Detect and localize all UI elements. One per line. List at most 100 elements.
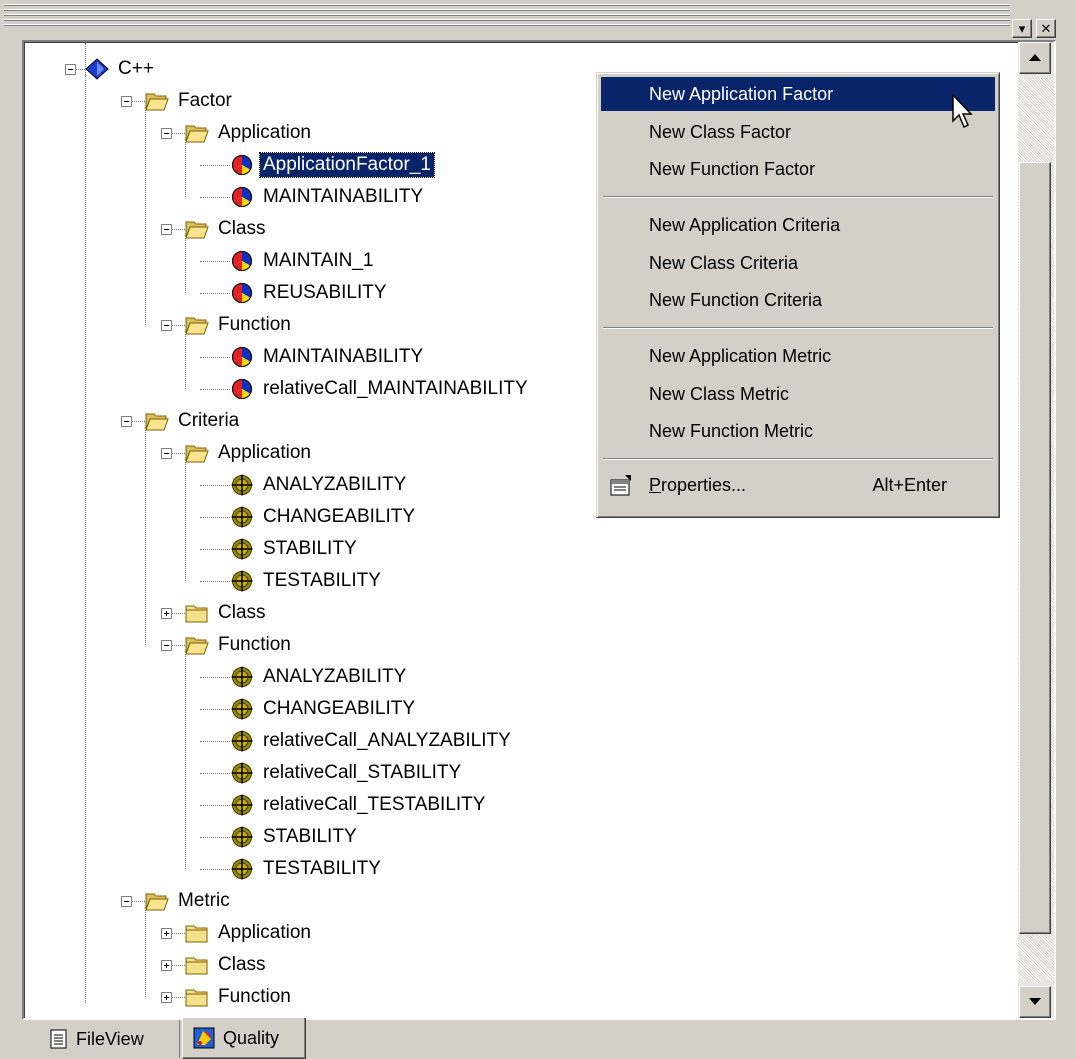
expand-icon[interactable] [161,960,172,971]
tree-node-factor-class[interactable]: Class [185,214,269,244]
collapse-icon[interactable] [161,320,172,331]
tree-node-metric-application-label: Application [218,922,311,943]
close-button[interactable]: ✕ [1036,19,1056,38]
menu-item-new-function-metric[interactable]: New Function Metric [601,414,995,448]
scroll-up-button[interactable] [1019,42,1051,74]
tree-node-metric-function[interactable]: Function [185,982,294,1012]
folder-closed-icon [185,925,208,943]
collapse-icon[interactable] [121,896,132,907]
folder-open-icon [145,93,169,111]
factor-item-label: MAINTAINABILITY [263,186,424,207]
tab-quality[interactable]: Quality [182,1018,306,1059]
tree-connector [200,357,230,358]
menu-item-new-application-factor[interactable]: New Application Factor [601,77,995,111]
criteria-item[interactable]: STABILITY [230,822,360,852]
tree-connector [171,997,185,998]
factor-item-label: MAINTAINABILITY [263,346,424,367]
menu-item-new-application-criteria[interactable]: New Application Criteria [601,208,995,242]
tree-node-cpp[interactable]: C++ [85,54,157,84]
tree-connector [200,869,230,870]
criteria-item[interactable]: relativeCall_STABILITY [230,758,464,788]
criteria-icon [231,730,253,752]
criteria-item-label: STABILITY [263,826,357,847]
factor-item[interactable]: REUSABILITY [230,278,390,308]
criteria-item[interactable]: ANALYZABILITY [230,662,409,692]
collapse-icon[interactable] [161,448,172,459]
criteria-icon [231,794,253,816]
criteria-item[interactable]: ANALYZABILITY [230,470,409,500]
menu-item-new-class-criteria[interactable]: New Class Criteria [601,246,995,280]
context-menu: New Application Factor New Class Factor Ne… [596,72,1000,518]
tree-node-criteria[interactable]: Criteria [145,406,242,436]
factor-item[interactable]: relativeCall_MAINTAINABILITY [230,374,531,404]
expand-icon[interactable] [161,992,172,1003]
factor-item[interactable]: ApplicationFactor_1 [230,150,435,180]
folder-open-icon [185,637,209,655]
tree-connector [171,933,185,934]
factor-item-label: MAINTAIN_1 [263,250,374,271]
tree-connector [75,69,85,70]
collapse-icon[interactable] [121,96,132,107]
scrollbar-thumb[interactable] [1019,162,1051,934]
folder-open-icon [185,221,209,239]
cpp-project-icon [85,58,109,80]
tree-connector [200,581,230,582]
properties-icon [610,475,631,496]
collapse-icon[interactable] [161,640,172,651]
tree-node-factor-function[interactable]: Function [185,310,294,340]
properties-label: Properties... [649,475,747,495]
menu-separator [603,195,993,198]
factor-icon [232,187,252,207]
tree-connector [131,421,145,422]
factor-icon [232,347,252,367]
collapse-icon[interactable] [121,416,132,427]
tree-node-metric-application[interactable]: Application [185,918,314,948]
menu-item-new-application-metric[interactable]: New Application Metric [601,339,995,373]
tree-node-metric[interactable]: Metric [145,886,233,916]
tree-connector [145,107,146,325]
criteria-item[interactable]: STABILITY [230,534,360,564]
criteria-item[interactable]: relativeCall_ANALYZABILITY [230,726,514,756]
factor-item[interactable]: MAINTAINABILITY [230,182,426,212]
restore-button[interactable]: ▾ [1012,19,1032,38]
collapse-icon[interactable] [65,64,76,75]
tree-connector [171,133,185,134]
tree-connector [200,389,230,390]
vertical-scrollbar[interactable] [1018,42,1054,1018]
factor-icon [232,155,252,175]
criteria-item[interactable]: TESTABILITY [230,854,384,884]
tree-node-factor[interactable]: Factor [145,86,235,116]
tab-fileview[interactable]: FileView [40,1020,180,1058]
collapse-icon[interactable] [161,224,172,235]
tree-node-factor-label: Factor [178,90,232,111]
criteria-item[interactable]: TESTABILITY [230,566,384,596]
criteria-item[interactable]: CHANGEABILITY [230,694,418,724]
properties-shortcut: Alt+Enter [872,475,947,495]
criteria-icon [231,762,253,784]
menu-item-new-function-criteria[interactable]: New Function Criteria [601,283,995,317]
tree-node-criteria-function[interactable]: Function [185,630,294,660]
menu-separator [603,326,993,329]
tree-node-metric-class-label: Class [218,954,266,975]
menu-item-new-function-factor[interactable]: New Function Factor [601,152,995,186]
criteria-item[interactable]: relativeCall_TESTABILITY [230,790,488,820]
title-grip-bar[interactable] [4,0,1010,38]
factor-item[interactable]: MAINTAIN_1 [230,246,377,276]
collapse-icon[interactable] [161,128,172,139]
criteria-item[interactable]: CHANGEABILITY [230,502,418,532]
scroll-down-button[interactable] [1019,986,1051,1018]
tree-connector [200,165,230,166]
expand-icon[interactable] [161,608,172,619]
factor-item[interactable]: MAINTAINABILITY [230,342,426,372]
criteria-icon [231,506,253,528]
expand-icon[interactable] [161,928,172,939]
menu-item-new-class-factor[interactable]: New Class Factor [601,115,995,149]
menu-item-properties[interactable]: Properties... Alt+Enter [601,468,995,502]
arrow-up-icon [1029,54,1041,61]
tree-node-criteria-class[interactable]: Class [185,598,269,628]
tree-node-metric-class[interactable]: Class [185,950,269,980]
factor-icon [232,251,252,271]
tree-node-criteria-application[interactable]: Application [185,438,314,468]
menu-item-new-class-metric[interactable]: New Class Metric [601,377,995,411]
tree-node-factor-application[interactable]: Application [185,118,314,148]
